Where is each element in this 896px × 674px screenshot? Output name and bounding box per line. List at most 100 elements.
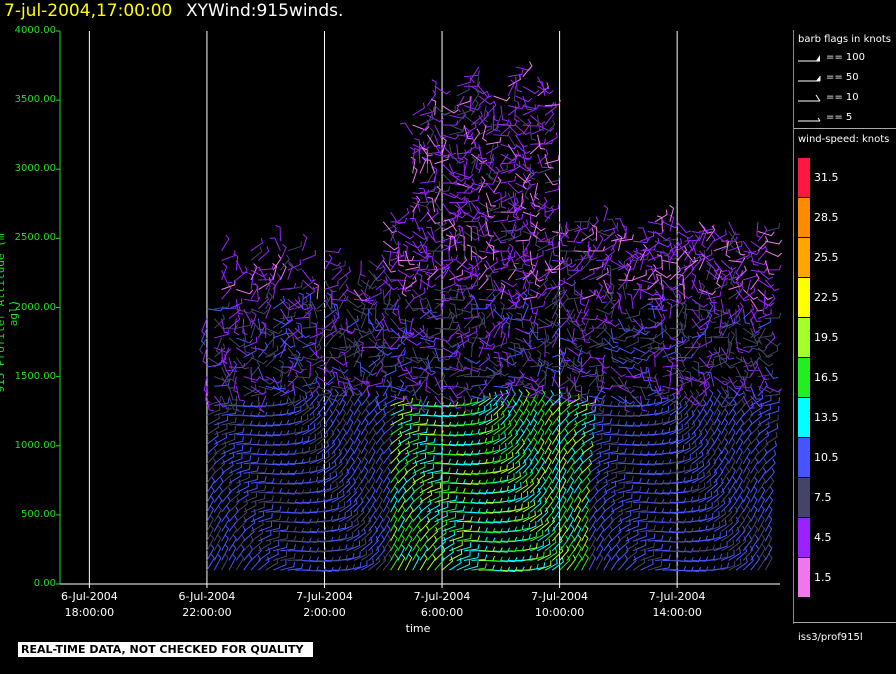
wind-barb xyxy=(375,447,384,464)
wind-barb xyxy=(610,491,625,503)
wind-barb xyxy=(750,495,758,513)
wind-barb xyxy=(559,246,576,252)
wind-barb xyxy=(338,437,348,455)
wind-barb xyxy=(390,544,399,561)
wind-barb xyxy=(757,486,766,503)
wind-barb xyxy=(243,376,261,381)
wind-barb xyxy=(470,134,482,149)
wind-barb xyxy=(684,389,694,406)
wind-barb xyxy=(654,231,671,241)
wind-barbs xyxy=(199,61,783,573)
wind-barb xyxy=(571,328,578,345)
wind-barb xyxy=(757,366,770,381)
wind-barb xyxy=(456,516,473,523)
wind-barb xyxy=(265,505,282,513)
wind-barb xyxy=(529,447,539,464)
wind-barb xyxy=(426,357,436,373)
wind-barb xyxy=(706,260,721,272)
wind-barb xyxy=(206,553,215,571)
wind-barb xyxy=(235,386,245,402)
wind-barb xyxy=(285,301,291,319)
colorbar-segment xyxy=(798,478,810,517)
wind-barb xyxy=(507,264,517,281)
wind-barb xyxy=(331,418,341,435)
wind-barb xyxy=(390,476,399,494)
wind-barb xyxy=(713,427,722,445)
barb-flag-label: == 50 xyxy=(826,72,859,83)
wind-barb xyxy=(434,236,446,252)
wind-barb xyxy=(735,437,744,455)
wind-barb xyxy=(375,466,384,484)
wind-barb xyxy=(495,115,502,133)
wind-barb xyxy=(764,534,773,552)
wind-barb xyxy=(338,398,347,416)
wind-barb xyxy=(309,355,323,368)
wind-barb xyxy=(382,457,392,474)
wind-barb xyxy=(478,564,495,571)
wind-barb xyxy=(713,447,722,464)
wind-barb xyxy=(507,182,523,194)
wind-barb xyxy=(221,553,229,571)
wind-barb xyxy=(456,533,472,542)
wind-barb xyxy=(662,368,678,378)
colorbar-segment xyxy=(798,198,810,237)
wind-barb xyxy=(559,437,568,455)
wind-barb xyxy=(530,300,546,310)
wind-barb xyxy=(720,408,729,426)
wind-barb xyxy=(507,134,521,148)
wind-barb xyxy=(574,222,589,232)
wind-barb-plot xyxy=(56,30,783,588)
wind-barb xyxy=(559,313,570,329)
wind-barb xyxy=(750,524,759,542)
wind-barb xyxy=(676,221,692,234)
wind-barb xyxy=(368,466,376,484)
wind-barb xyxy=(625,336,639,349)
wind-barb xyxy=(625,495,641,503)
wind-barb xyxy=(765,312,782,320)
wind-barb xyxy=(441,202,456,215)
wind-barb xyxy=(338,408,347,426)
wind-barb xyxy=(720,447,729,464)
wind-barb xyxy=(537,447,545,464)
wind-barb xyxy=(250,467,267,474)
colorbar-segment xyxy=(798,318,810,357)
wind-barb xyxy=(383,365,397,378)
wind-barb xyxy=(397,231,415,240)
wind-barb xyxy=(603,544,612,561)
wind-barb xyxy=(537,149,549,165)
wind-barb xyxy=(713,408,721,426)
wind-barb xyxy=(456,144,464,160)
wind-barb xyxy=(221,250,236,261)
wind-barb xyxy=(551,241,559,257)
wind-barb xyxy=(757,524,766,542)
wind-barb xyxy=(409,205,416,222)
wind-barb xyxy=(390,514,398,532)
wind-barb xyxy=(331,384,349,390)
wind-barb xyxy=(559,485,567,503)
wind-barb xyxy=(655,554,671,561)
wind-barb xyxy=(353,476,363,494)
wind-barb xyxy=(573,524,582,542)
wind-barb xyxy=(409,217,421,232)
wind-barb xyxy=(573,224,582,242)
wind-barb xyxy=(742,456,751,474)
wind-barb xyxy=(478,353,491,368)
wind-barb xyxy=(360,466,369,484)
wind-barb xyxy=(360,437,369,455)
wind-barb xyxy=(426,211,441,225)
wind-barb xyxy=(324,399,333,416)
wind-barb xyxy=(581,423,595,436)
wind-barb xyxy=(390,254,400,271)
wind-barb xyxy=(713,299,720,316)
wind-barb xyxy=(449,505,466,513)
wind-barb xyxy=(463,313,475,329)
wind-barb xyxy=(213,553,222,571)
wind-barb xyxy=(258,495,274,503)
barb-flag-label: == 10 xyxy=(826,92,859,103)
wind-barb xyxy=(412,409,429,416)
wind-barb xyxy=(390,495,398,513)
wind-barb xyxy=(595,553,604,571)
wind-barb xyxy=(412,303,429,310)
wind-barb xyxy=(206,505,215,523)
wind-barb xyxy=(287,380,296,397)
